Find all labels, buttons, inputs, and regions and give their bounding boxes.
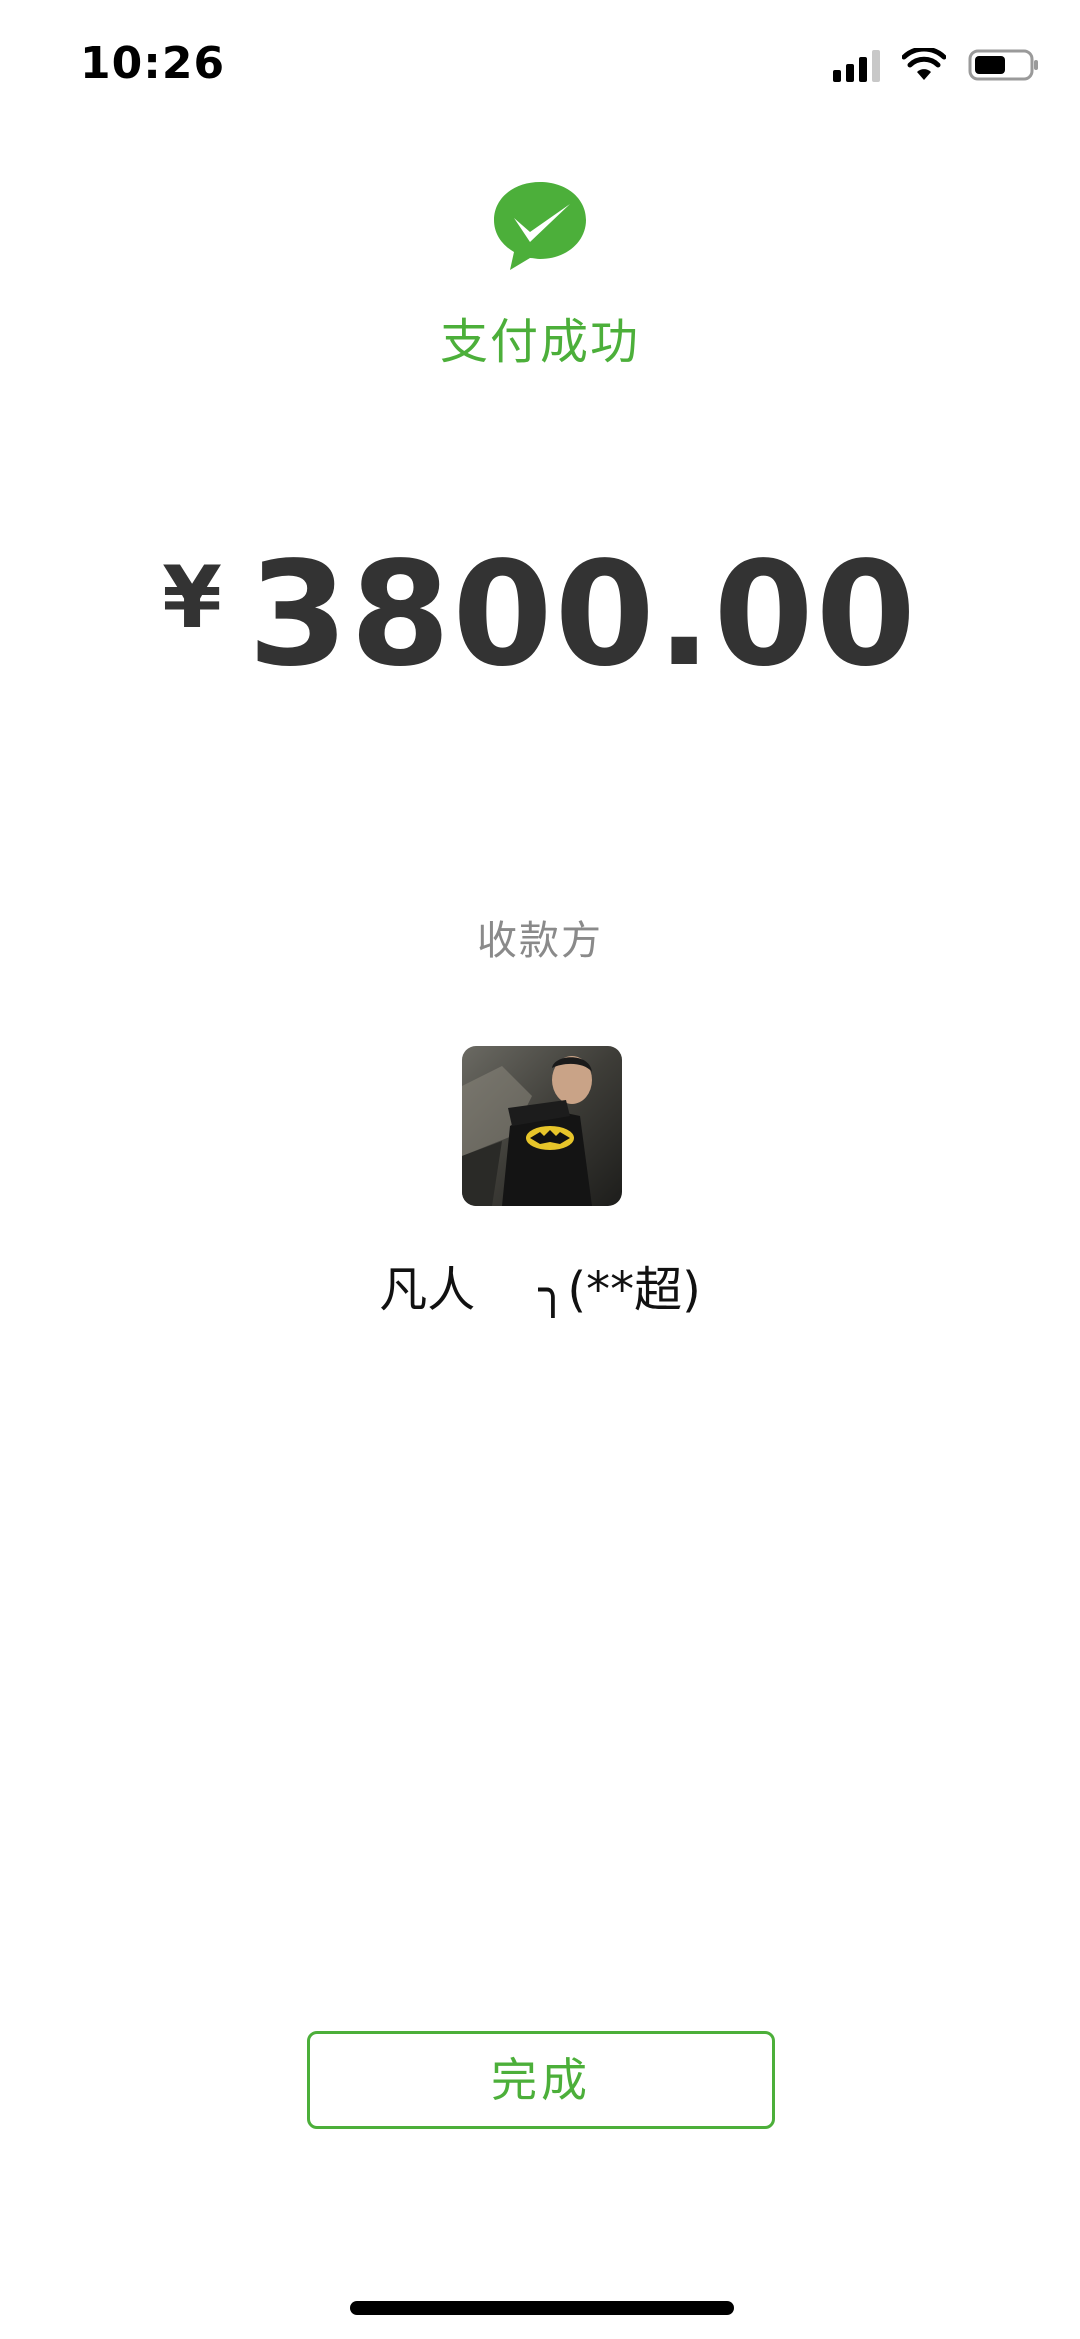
home-indicator[interactable] [350,2301,734,2315]
currency-symbol: ¥ [162,548,222,648]
payee-label: 收款方 [477,918,603,964]
amount-row: ¥3800.00 [0,530,1080,698]
wifi-icon [902,48,946,80]
signal-icon [833,48,880,82]
payment-amount: 3800.00 [247,530,918,698]
payee-avatar [462,1046,622,1206]
status-icons [833,48,1040,82]
done-button[interactable]: 完成 [307,2031,775,2129]
payment-success-title: 支付成功 [439,314,640,370]
wechat-pay-logo [494,182,586,270]
battery-icon [968,49,1038,81]
status-time: 10:26 [80,38,226,89]
status-bar: 10:26 [0,0,1080,132]
payee-name: 凡人 ╮(**超) [379,1262,701,1318]
